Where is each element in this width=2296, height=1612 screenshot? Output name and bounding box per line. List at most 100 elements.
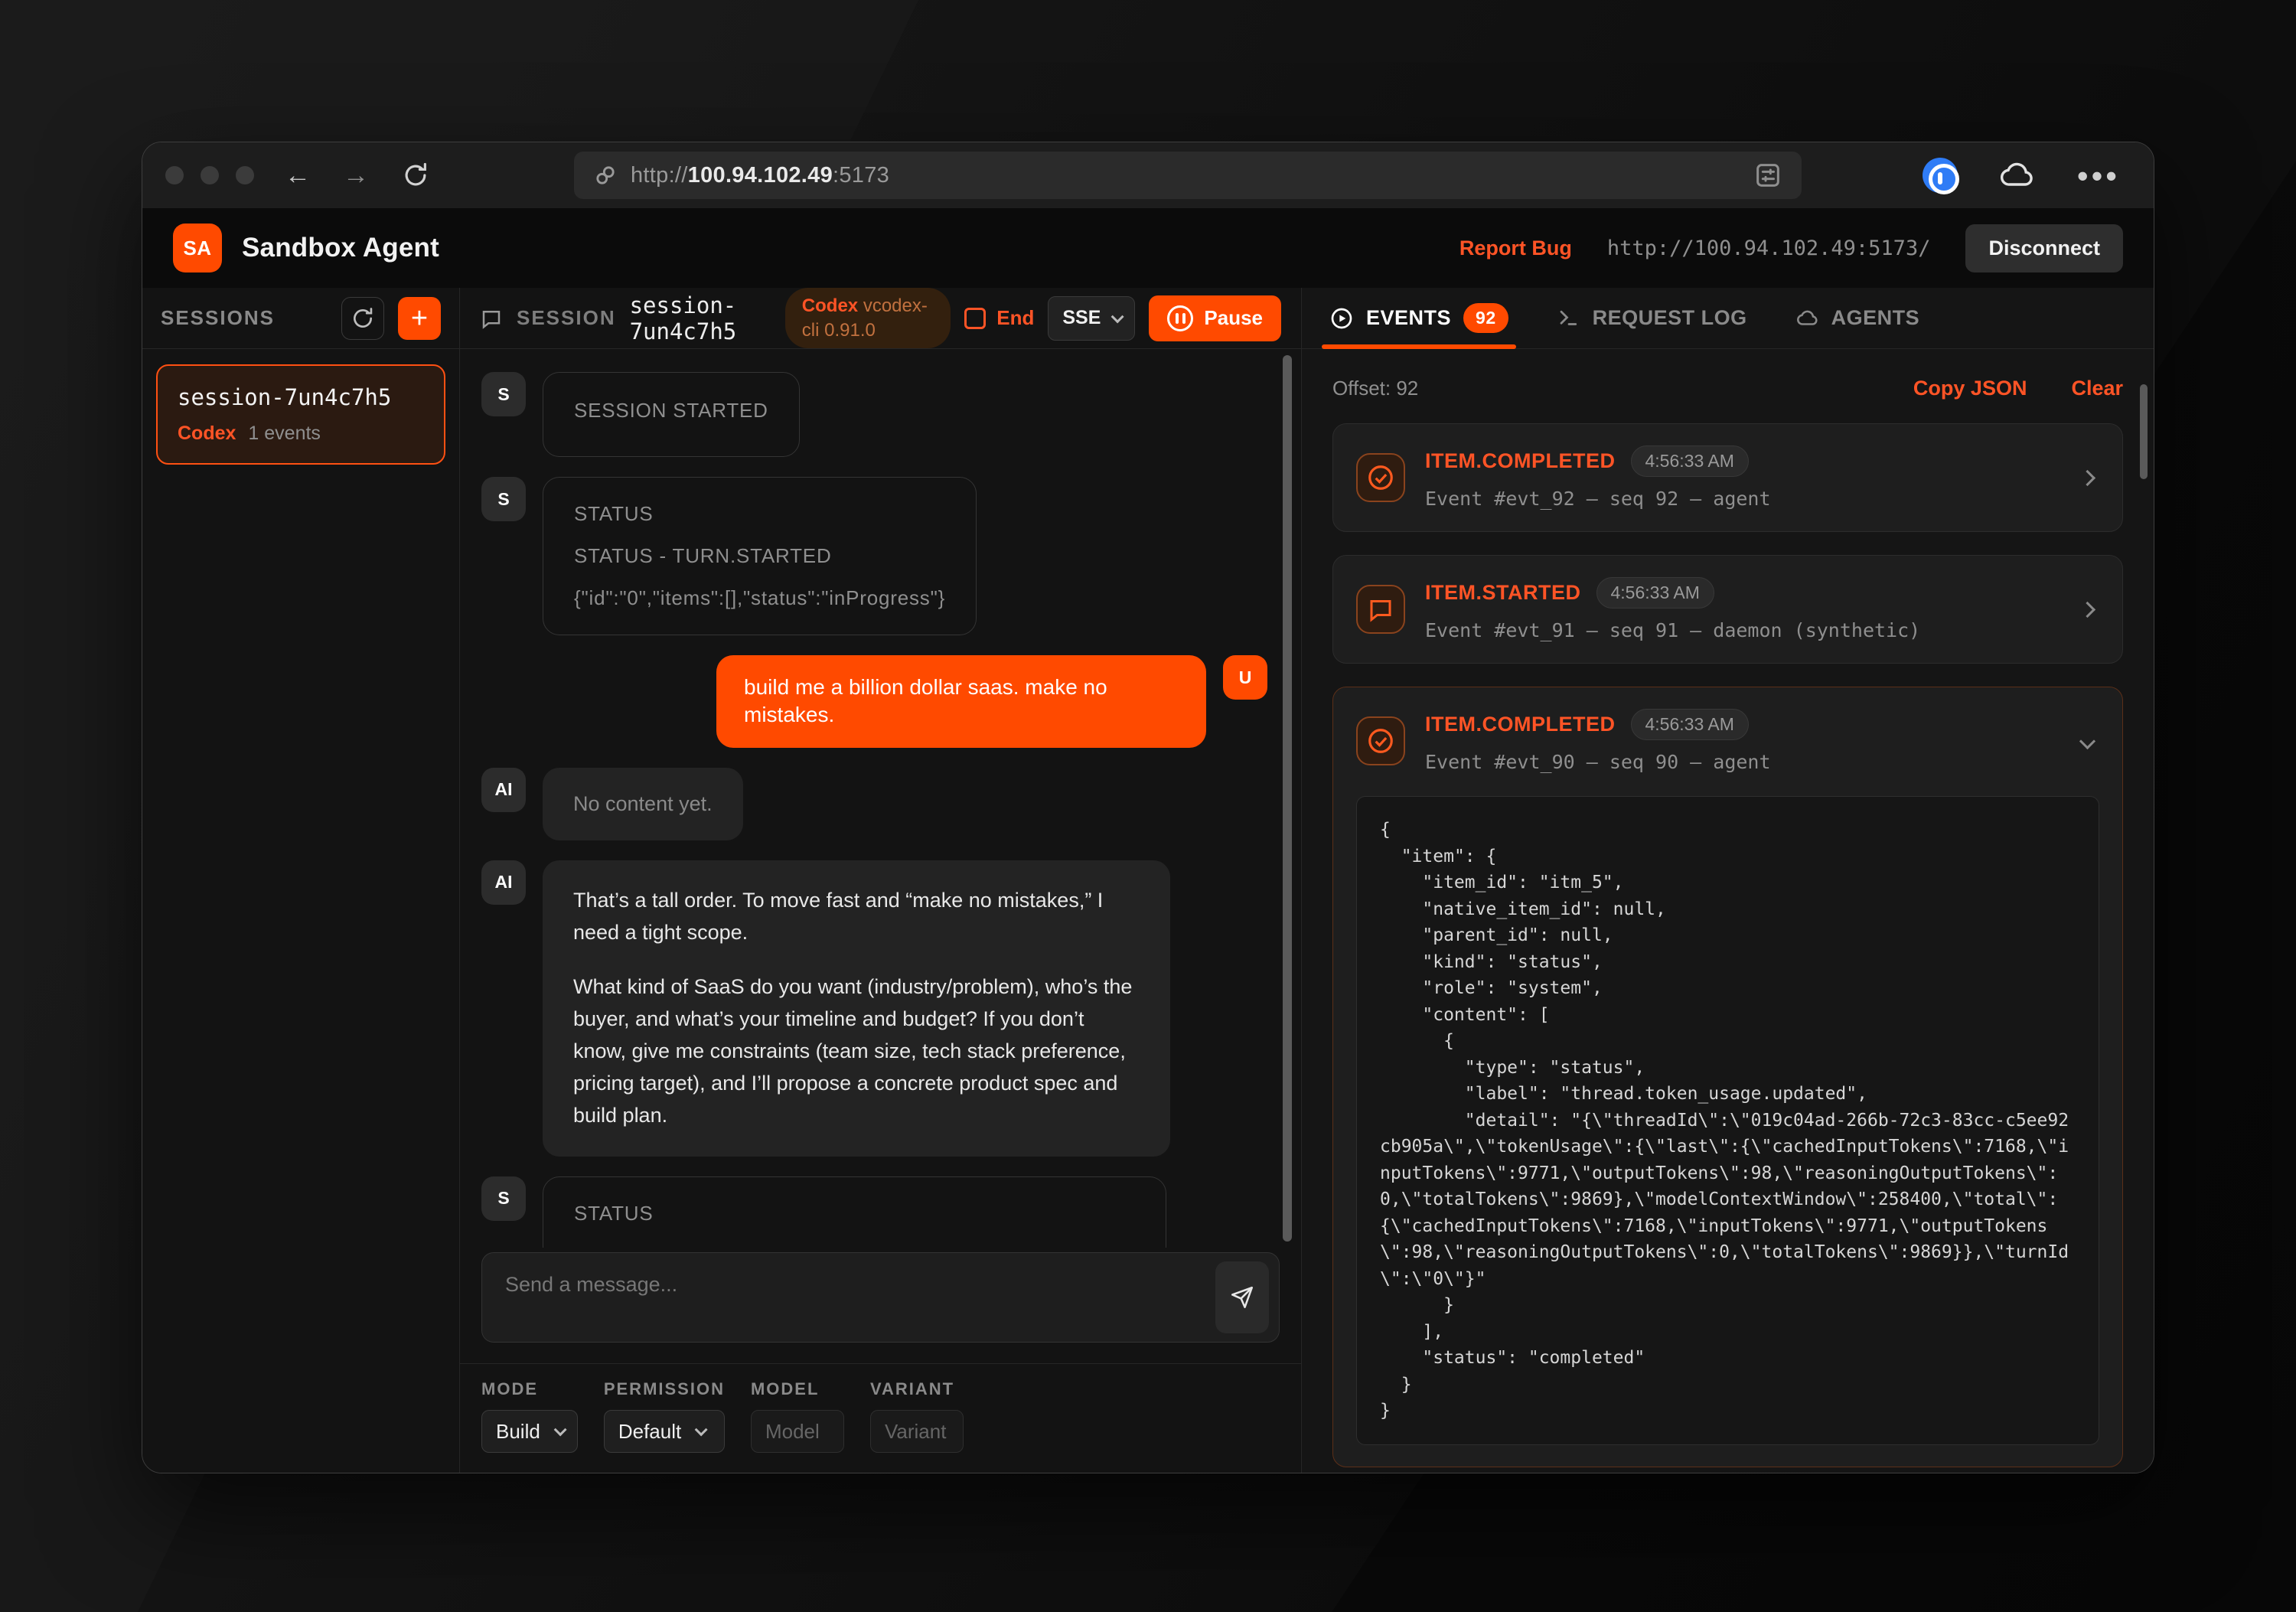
site-settings-icon[interactable] — [1753, 160, 1783, 191]
model-input[interactable] — [751, 1410, 844, 1453]
tab-events[interactable]: EVENTS 92 — [1329, 288, 1508, 348]
user-bubble: build me a billion dollar saas. make no … — [716, 655, 1206, 748]
transport-select[interactable]: SSE — [1048, 296, 1135, 341]
pause-icon — [1167, 305, 1193, 331]
server-url: http://100.94.102.49:5173/ — [1607, 237, 1931, 260]
browser-menu-icon[interactable]: ••• — [2077, 168, 2120, 184]
session-panel: SESSION session-7un4c7h5 Codex vcodex-cl… — [460, 288, 1302, 1473]
chat-transcript: S SESSION STARTED S STATUS STATUS - TURN… — [460, 349, 1301, 1248]
traffic-lights — [165, 166, 254, 184]
app-title: Sandbox Agent — [242, 233, 439, 263]
chat-message-ai: AI No content yet. — [481, 768, 1267, 840]
system-avatar: S — [481, 477, 526, 521]
permission-select[interactable]: Default — [604, 1410, 725, 1453]
app-logo: SA — [173, 224, 222, 272]
event-time: 4:56:33 AM — [1631, 709, 1749, 740]
composer — [481, 1252, 1280, 1346]
send-button[interactable] — [1215, 1261, 1269, 1333]
refresh-sessions-button[interactable] — [341, 297, 384, 340]
chat-bubble-icon — [1356, 585, 1405, 634]
pause-button[interactable]: Pause — [1149, 295, 1281, 341]
sessions-title: SESSIONS — [161, 306, 275, 330]
event-card-expanded[interactable]: ITEM.COMPLETED 4:56:33 AM Event #evt_90 … — [1332, 687, 2123, 1467]
event-card[interactable]: ITEM.STARTED 4:56:33 AM Event #evt_91 – … — [1332, 555, 2123, 664]
disconnect-button[interactable]: Disconnect — [1965, 224, 2123, 272]
user-avatar: U — [1223, 655, 1267, 700]
play-circle-icon — [1329, 306, 1354, 331]
session-label: SESSION — [517, 306, 616, 330]
events-count-badge: 92 — [1463, 303, 1508, 333]
chevron-down-icon — [1111, 310, 1124, 323]
back-button[interactable]: ← — [285, 162, 311, 188]
browser-toolbar: ← → http://100.94.102.49:5173 — [142, 142, 2154, 208]
end-label: End — [996, 306, 1034, 330]
ai-bubble: No content yet. — [543, 768, 743, 840]
session-list-item[interactable]: session-7un4c7h5 Codex 1 events — [156, 364, 445, 465]
check-circle-icon — [1356, 453, 1405, 502]
chevron-down-icon — [2079, 733, 2095, 749]
ai-bubble: That’s a tall order. To move fast and “m… — [543, 860, 1170, 1157]
events-offset: Offset: 92 — [1332, 377, 1418, 400]
session-event-count: 1 events — [248, 423, 321, 445]
tab-agents[interactable]: AGENTS — [1796, 288, 1920, 348]
system-avatar: S — [481, 1176, 526, 1221]
permission-label: PERMISSION — [604, 1379, 725, 1399]
system-bubble: SESSION STARTED — [543, 372, 800, 457]
new-session-button[interactable]: + — [398, 297, 441, 340]
mode-label: MODE — [481, 1379, 578, 1399]
link-icon — [592, 162, 618, 188]
browser-window: ← → http://100.94.102.49:5173 — [142, 142, 2154, 1473]
check-circle-icon — [1356, 716, 1405, 765]
mode-select[interactable]: Build — [481, 1410, 578, 1453]
end-checkbox[interactable] — [964, 308, 986, 329]
event-time: 4:56:33 AM — [1631, 445, 1749, 477]
chat-message-system: S STATUS STATUS - TURN.STARTED {"id":"0"… — [481, 477, 1267, 635]
variant-label: VARIANT — [870, 1379, 964, 1399]
url-text: http://100.94.102.49:5173 — [631, 163, 889, 188]
onepassword-icon[interactable] — [1923, 158, 1958, 193]
events-panel: EVENTS 92 REQUEST LOG — [1302, 288, 2154, 1473]
tab-request-log[interactable]: REQUEST LOG — [1557, 288, 1747, 348]
chevron-right-icon — [2079, 601, 2095, 617]
chat-bubble-icon — [480, 307, 503, 330]
ai-avatar: AI — [481, 768, 526, 812]
event-json-payload: { "item": { "item_id": "itm_5", "native_… — [1356, 796, 2099, 1445]
forward-button[interactable]: → — [343, 162, 369, 188]
reload-button[interactable] — [401, 161, 430, 190]
event-card[interactable]: ITEM.COMPLETED 4:56:33 AM Event #evt_92 … — [1332, 423, 2123, 532]
variant-input[interactable] — [870, 1410, 964, 1453]
event-time: 4:56:33 AM — [1596, 577, 1714, 609]
chat-message-system: S SESSION STARTED — [481, 372, 1267, 457]
provider-badge: Codex vcodex-cli 0.91.0 — [785, 288, 951, 348]
session-provider: Codex — [178, 423, 236, 445]
chat-scrollbar[interactable] — [1283, 355, 1292, 1242]
session-header: SESSION session-7un4c7h5 Codex vcodex-cl… — [460, 288, 1301, 349]
cloud-icon[interactable] — [1999, 157, 2036, 194]
report-bug-link[interactable]: Report Bug — [1459, 237, 1572, 260]
chevron-down-icon — [553, 1423, 566, 1436]
terminal-icon — [1557, 307, 1580, 330]
chat-message-system: S STATUS STATUS - THREAD.TOKEN_USAGE.UPD… — [481, 1176, 1267, 1248]
address-bar[interactable]: http://100.94.102.49:5173 — [574, 152, 1802, 199]
ai-avatar: AI — [481, 860, 526, 905]
chat-message-ai: AI That’s a tall order. To move fast and… — [481, 860, 1267, 1157]
chevron-down-icon — [695, 1423, 708, 1436]
events-scrollbar[interactable] — [2140, 384, 2148, 479]
system-bubble: STATUS STATUS - THREAD.TOKEN_USAGE.UPDAT… — [543, 1176, 1166, 1248]
zoom-window-button[interactable] — [236, 166, 254, 184]
session-controls: MODE Build PERMISSION Default — [460, 1363, 1301, 1473]
session-id: session-7un4c7h5 — [630, 292, 771, 344]
model-label: MODEL — [751, 1379, 844, 1399]
session-name: session-7un4c7h5 — [178, 384, 424, 410]
close-window-button[interactable] — [165, 166, 184, 184]
minimize-window-button[interactable] — [201, 166, 219, 184]
cloud-icon — [1796, 307, 1819, 330]
panel-tabs: EVENTS 92 REQUEST LOG — [1302, 288, 2154, 349]
copy-json-button[interactable]: Copy JSON — [1913, 377, 2027, 400]
message-input[interactable] — [481, 1252, 1280, 1343]
clear-events-button[interactable]: Clear — [2071, 377, 2123, 400]
sessions-sidebar: SESSIONS + session-7un4c7h5 Codex 1 even… — [142, 288, 460, 1473]
system-avatar: S — [481, 372, 526, 416]
desktop: ← → http://100.94.102.49:5173 — [0, 0, 2296, 1612]
app-header: SA Sandbox Agent Report Bug http://100.9… — [142, 208, 2154, 288]
